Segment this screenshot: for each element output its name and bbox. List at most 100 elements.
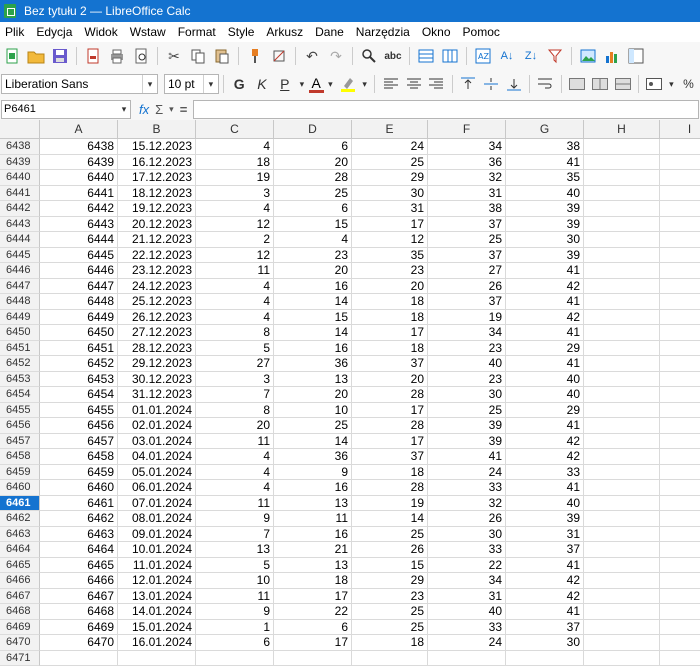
- row-header[interactable]: 6461: [0, 496, 40, 512]
- cell-d[interactable]: 25: [274, 418, 352, 434]
- highlight-color-icon[interactable]: [337, 74, 358, 94]
- italic-button[interactable]: K: [252, 74, 273, 94]
- cell-a[interactable]: 6463: [40, 527, 118, 543]
- row-header[interactable]: 6447: [0, 279, 40, 295]
- cell-c[interactable]: 10: [196, 573, 274, 589]
- cell-c[interactable]: 19: [196, 170, 274, 186]
- name-box[interactable]: P6461 ▾: [1, 100, 131, 119]
- cell-g[interactable]: 42: [506, 279, 584, 295]
- cell-d[interactable]: 4: [274, 232, 352, 248]
- column-header-c[interactable]: C: [196, 120, 274, 139]
- cell-d[interactable]: 14: [274, 325, 352, 341]
- cell-b[interactable]: 10.01.2024: [118, 542, 196, 558]
- cell-a[interactable]: 6452: [40, 356, 118, 372]
- cell-c[interactable]: 7: [196, 527, 274, 543]
- cell-c[interactable]: 2: [196, 232, 274, 248]
- cell-b[interactable]: 31.12.2023: [118, 387, 196, 403]
- find-replace-icon[interactable]: [359, 46, 379, 66]
- cell-e[interactable]: 23: [352, 589, 428, 605]
- cell-d[interactable]: 16: [274, 341, 352, 357]
- cell-h[interactable]: [584, 387, 660, 403]
- cell-d[interactable]: 20: [274, 387, 352, 403]
- cell-c[interactable]: 8: [196, 403, 274, 419]
- font-name-combo[interactable]: Liberation Sans ▾: [1, 74, 158, 94]
- cell-f[interactable]: 25: [428, 232, 506, 248]
- cut-icon[interactable]: ✂: [164, 46, 184, 66]
- column-icon[interactable]: [440, 46, 460, 66]
- chevron-down-icon[interactable]: ▾: [667, 74, 676, 94]
- cell-b[interactable]: 21.12.2023: [118, 232, 196, 248]
- cell-i[interactable]: [660, 356, 700, 372]
- column-header-d[interactable]: D: [274, 120, 352, 139]
- cell-e[interactable]: 25: [352, 527, 428, 543]
- row-header[interactable]: 6463: [0, 527, 40, 543]
- cell-b[interactable]: 07.01.2024: [118, 496, 196, 512]
- chevron-down-icon[interactable]: ▾: [118, 104, 130, 115]
- cell-e[interactable]: 12: [352, 232, 428, 248]
- cell-a[interactable]: 6466: [40, 573, 118, 589]
- cell-i[interactable]: [660, 387, 700, 403]
- cell-i[interactable]: [660, 403, 700, 419]
- cell-a[interactable]: 6440: [40, 170, 118, 186]
- cell-c[interactable]: 7: [196, 387, 274, 403]
- cell-c[interactable]: 6: [196, 635, 274, 651]
- cell-e[interactable]: 14: [352, 511, 428, 527]
- row-header[interactable]: 6467: [0, 589, 40, 605]
- row-icon[interactable]: [416, 46, 436, 66]
- row-header[interactable]: 6456: [0, 418, 40, 434]
- cell-h[interactable]: [584, 573, 660, 589]
- print-preview-icon[interactable]: [131, 46, 151, 66]
- cell-i[interactable]: [660, 279, 700, 295]
- cell-i[interactable]: [660, 139, 700, 155]
- cell-h[interactable]: [584, 139, 660, 155]
- percent-format-icon[interactable]: %: [678, 74, 699, 94]
- cell-b[interactable]: 20.12.2023: [118, 217, 196, 233]
- cell-b[interactable]: 06.01.2024: [118, 480, 196, 496]
- cell-c[interactable]: 18: [196, 155, 274, 171]
- cell-i[interactable]: [660, 620, 700, 636]
- cell-i[interactable]: [660, 480, 700, 496]
- cell-b[interactable]: 25.12.2023: [118, 294, 196, 310]
- cell-d[interactable]: 13: [274, 496, 352, 512]
- sort-descending-icon[interactable]: Z↓: [521, 46, 541, 66]
- cell-c[interactable]: 9: [196, 604, 274, 620]
- row-header[interactable]: 6440: [0, 170, 40, 186]
- cell-e[interactable]: 29: [352, 573, 428, 589]
- cell-e[interactable]: 24: [352, 139, 428, 155]
- cell-e[interactable]: 25: [352, 155, 428, 171]
- cell-a[interactable]: 6438: [40, 139, 118, 155]
- cell-e[interactable]: 17: [352, 217, 428, 233]
- cell-a[interactable]: 6441: [40, 186, 118, 202]
- cell-f[interactable]: 40: [428, 604, 506, 620]
- cell-e[interactable]: 29: [352, 170, 428, 186]
- spellcheck-icon[interactable]: abc: [383, 46, 403, 66]
- cell-d[interactable]: 10: [274, 403, 352, 419]
- copy-icon[interactable]: [188, 46, 208, 66]
- cell-h[interactable]: [584, 589, 660, 605]
- cell-d[interactable]: 25: [274, 186, 352, 202]
- menu-dane[interactable]: Dane: [315, 25, 344, 39]
- cell-f[interactable]: 36: [428, 155, 506, 171]
- cell-h[interactable]: [584, 294, 660, 310]
- cell-g[interactable]: 30: [506, 635, 584, 651]
- select-all-corner[interactable]: [0, 120, 40, 139]
- cell-h[interactable]: [584, 372, 660, 388]
- cell-g[interactable]: 41: [506, 604, 584, 620]
- cell-d[interactable]: 22: [274, 604, 352, 620]
- cell-i[interactable]: [660, 232, 700, 248]
- cell-h[interactable]: [584, 511, 660, 527]
- row-header[interactable]: 6459: [0, 465, 40, 481]
- cell-h[interactable]: [584, 263, 660, 279]
- menu-plik[interactable]: Plik: [5, 25, 24, 39]
- cell-i[interactable]: [660, 325, 700, 341]
- cell-i[interactable]: [660, 341, 700, 357]
- row-header[interactable]: 6446: [0, 263, 40, 279]
- cell-f[interactable]: 34: [428, 325, 506, 341]
- cell-g[interactable]: 30: [506, 232, 584, 248]
- cell-g[interactable]: 37: [506, 542, 584, 558]
- row-header[interactable]: 6448: [0, 294, 40, 310]
- cell-c[interactable]: 13: [196, 542, 274, 558]
- chevron-down-icon[interactable]: ▾: [297, 74, 306, 94]
- cell-f[interactable]: 31: [428, 186, 506, 202]
- row-header[interactable]: 6462: [0, 511, 40, 527]
